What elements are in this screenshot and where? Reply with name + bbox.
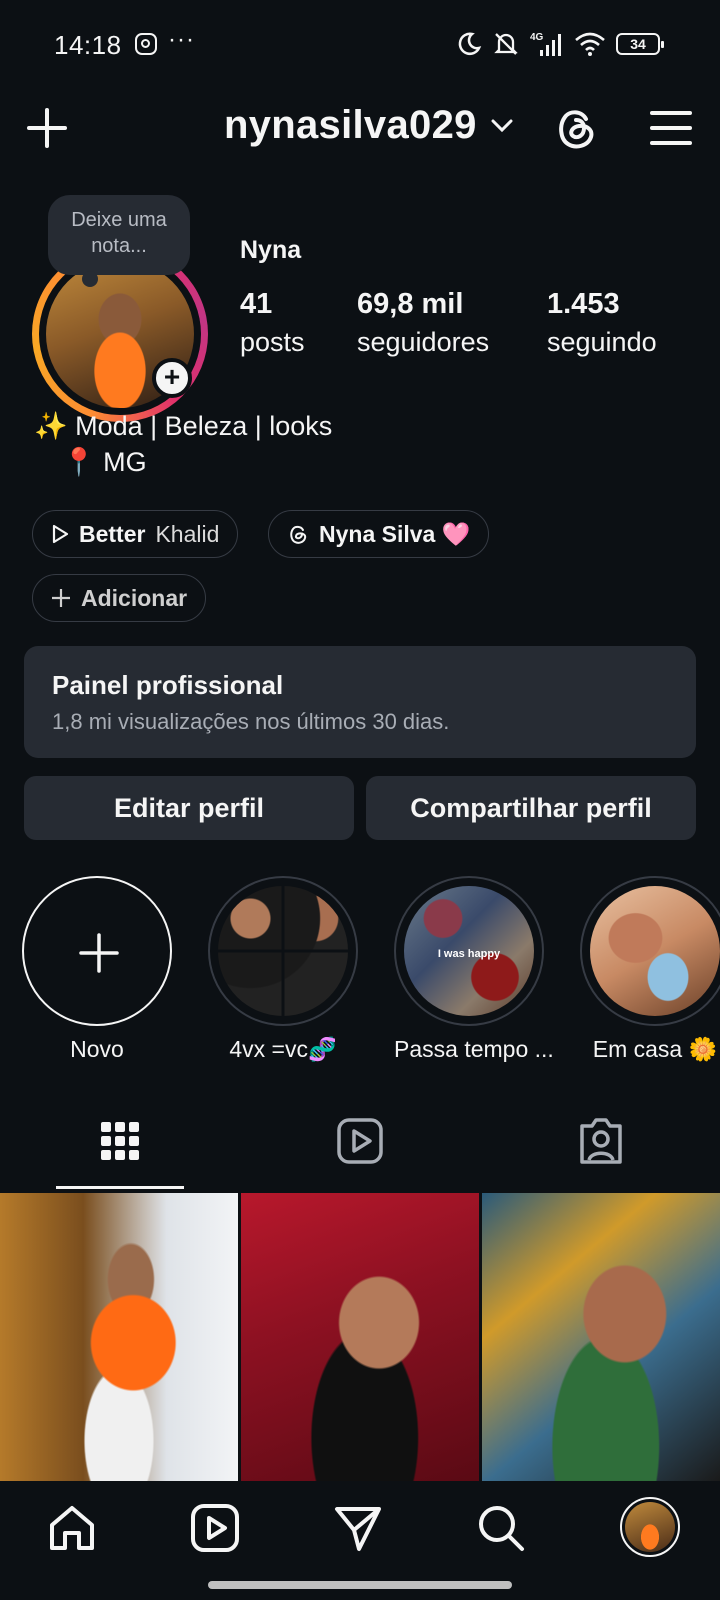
post-thumbnail[interactable] (0, 1193, 238, 1481)
highlight-item[interactable]: I was happy Passa tempo ... (394, 876, 554, 1063)
stat-posts-label: posts (240, 327, 305, 357)
search-icon[interactable] (476, 1503, 526, 1553)
highlight-item[interactable]: Em casa 🌼 (580, 876, 720, 1063)
highlight-circle: I was happy (394, 876, 544, 1026)
play-icon (52, 524, 69, 544)
music-title: Better (79, 520, 146, 547)
signal-icon: 4G (530, 32, 561, 56)
highlight-circle (580, 876, 720, 1026)
highlight-cover-text: I was happy (437, 948, 501, 960)
profile-nav-avatar[interactable] (620, 1497, 680, 1557)
posts-grid (0, 1193, 720, 1481)
status-time: 14:18 (54, 30, 122, 60)
highlight-label: 4vx =vc🧬 (229, 1036, 337, 1062)
profile-name: Nyna (240, 236, 302, 264)
highlight-circle (208, 876, 358, 1026)
stat-posts[interactable]: 41 posts (240, 288, 305, 358)
active-tab-indicator (56, 1186, 184, 1189)
stat-following-value: 1.453 (547, 288, 620, 320)
highlight-new-circle (22, 876, 172, 1026)
dashboard-subtitle: 1,8 mi visualizações nos últimos 30 dias… (52, 709, 450, 734)
direct-send-icon[interactable] (333, 1503, 383, 1553)
share-profile-button[interactable]: Compartilhar perfil (366, 776, 696, 840)
professional-dashboard[interactable]: Painel profissional 1,8 mi visualizações… (24, 646, 696, 758)
chevron-down-icon (491, 119, 513, 132)
home-indicator[interactable] (208, 1581, 512, 1589)
stat-posts-value: 41 (240, 288, 273, 320)
menu-hamburger-icon[interactable] (650, 109, 692, 147)
highlight-new[interactable]: Novo (22, 876, 172, 1063)
threads-icon[interactable] (554, 105, 598, 151)
stat-followers-label: seguidores (357, 327, 490, 357)
plus-icon (79, 933, 119, 973)
highlight-label: Passa tempo ... (394, 1036, 554, 1062)
bio-line: ✨ Moda | Beleza | looks (34, 411, 333, 441)
stat-following[interactable]: 1.453 seguindo (547, 288, 657, 358)
add-label: Adicionar (81, 584, 188, 611)
stat-followers-value: 69,8 mil (357, 288, 464, 320)
profile-nav-photo (625, 1502, 675, 1552)
reels-tab-icon[interactable] (335, 1116, 385, 1166)
wifi-icon (575, 32, 605, 56)
edit-profile-button[interactable]: Editar perfil (24, 776, 354, 840)
mute-bell-icon (494, 33, 518, 55)
highlight-cover (590, 886, 720, 1016)
add-story-button[interactable]: + (152, 358, 192, 398)
profile-bio: ✨ Moda | Beleza | looks 📍 MG (34, 408, 332, 480)
stat-followers[interactable]: 69,8 mil seguidores (357, 288, 489, 358)
home-icon[interactable] (47, 1503, 97, 1553)
highlight-cover: I was happy (404, 886, 534, 1016)
reels-nav-icon[interactable] (190, 1503, 240, 1553)
network-type-label: 4G (530, 32, 544, 43)
tagged-tab-icon[interactable] (576, 1116, 626, 1166)
highlight-cover (218, 886, 348, 1016)
status-icons: 4G 34 (456, 28, 664, 60)
account-switcher[interactable]: nynasilva029 (224, 103, 513, 148)
more-notifications-icon: ··· (168, 26, 195, 53)
bio-location: 📍 MG (62, 447, 147, 477)
highlight-label: Novo (70, 1036, 124, 1062)
threads-chip[interactable]: Nyna Silva 🩷 (268, 510, 490, 558)
music-artist: Khalid (155, 520, 220, 547)
username-title: nynasilva029 (224, 103, 477, 147)
grid-tab-icon[interactable] (95, 1116, 145, 1166)
instagram-notification-icon (135, 33, 157, 55)
create-plus-icon[interactable] (26, 107, 68, 149)
stat-following-label: seguindo (547, 327, 657, 357)
profile-header: nynasilva029 (0, 95, 720, 165)
post-thumbnail[interactable] (241, 1193, 479, 1481)
do-not-disturb-icon (458, 32, 482, 55)
threads-small-icon (290, 525, 307, 544)
profile-tabs (0, 1100, 720, 1190)
note-bubble[interactable]: Deixe uma nota... (48, 195, 190, 287)
music-chip[interactable]: Better Khalid (32, 510, 239, 558)
highlight-item[interactable]: 4vx =vc🧬 (208, 876, 358, 1063)
add-link-chip[interactable]: Adicionar (32, 574, 207, 622)
dashboard-title: Painel profissional (52, 670, 284, 700)
plus-icon (52, 589, 70, 607)
battery-icon: 34 (616, 33, 664, 55)
threads-name: Nyna Silva 🩷 (319, 520, 471, 547)
post-thumbnail[interactable] (482, 1193, 720, 1481)
highlight-label: Em casa 🌼 (592, 1036, 718, 1062)
status-bar: 14:18 ··· 4G 34 (0, 0, 720, 90)
